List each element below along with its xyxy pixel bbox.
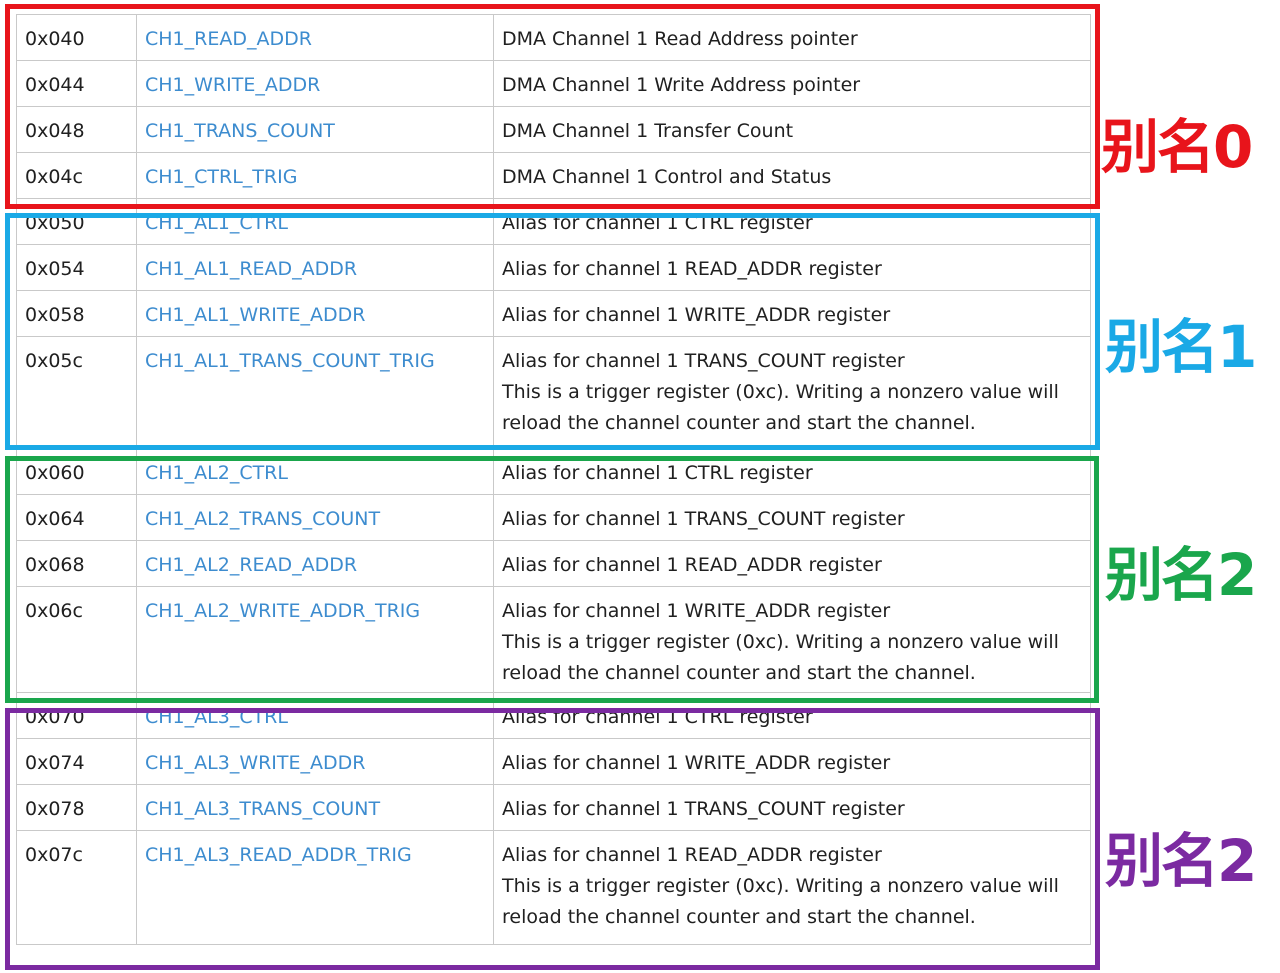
alias-1-label: 别名1 xyxy=(1105,313,1257,381)
alias-3-label: 别名2 xyxy=(1105,827,1257,895)
alias-3-group-box xyxy=(5,708,1100,970)
alias-0-group-box xyxy=(5,4,1100,209)
alias-2-group-box xyxy=(5,456,1099,703)
register-table-page: 0x040 CH1_READ_ADDR DMA Channel 1 Read Add… xyxy=(0,0,1280,973)
alias-1-group-box xyxy=(5,213,1100,450)
alias-2-label: 别名2 xyxy=(1105,541,1257,609)
alias-0-label: 别名0 xyxy=(1101,113,1253,181)
